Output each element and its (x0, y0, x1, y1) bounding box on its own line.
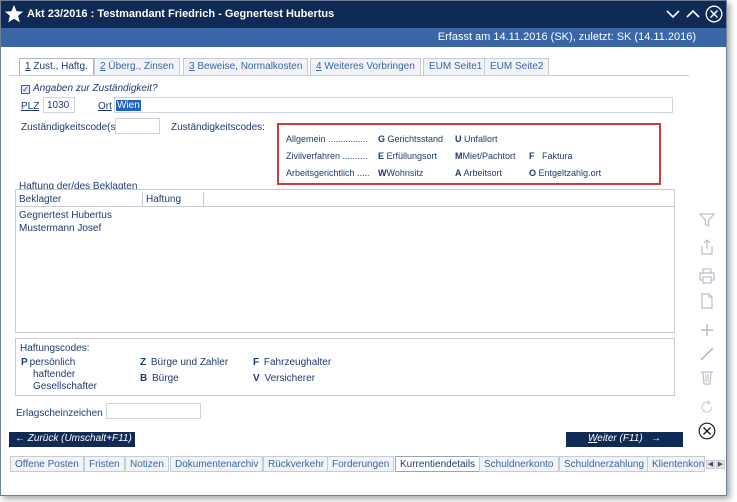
maximize-chevron-icon[interactable] (684, 5, 702, 23)
close-window-icon[interactable] (705, 5, 723, 23)
export-icon[interactable] (698, 238, 716, 256)
tab-eum-seite2[interactable]: EUM Seite2 (484, 58, 550, 75)
column-header-beklagter[interactable]: Beklagter (16, 192, 143, 207)
haftungscodes-legend (15, 338, 675, 396)
star-icon[interactable] (4, 4, 24, 24)
haftung-table (15, 189, 675, 333)
tab-label: EUM Seite2 (490, 61, 544, 72)
haftungscode-item: Ppersönlich (21, 357, 76, 368)
tab-label: Zust., Haftg. (30, 61, 88, 72)
edit-icon[interactable] (698, 345, 716, 363)
tabs-scroll-left-icon[interactable]: ◀ (706, 460, 715, 469)
tab-notizen[interactable]: Notizen (125, 456, 169, 472)
column-header-haftung[interactable]: Haftung (143, 192, 204, 207)
erlagschein-input[interactable] (106, 403, 201, 419)
legend-category: Zivilverfahren .......... (286, 151, 368, 161)
haftungscode-item: haftender (33, 369, 76, 380)
minimize-chevron-icon[interactable] (664, 5, 682, 23)
legend-code: MMiet/Pachtort (455, 151, 516, 161)
print-icon[interactable] (698, 267, 716, 285)
haftungscode-item: F Fahrzeughalter (253, 357, 332, 368)
tab-weiteres-vorbringen[interactable]: 4 Weiteres Vorbringen (310, 58, 421, 75)
legend-category: Allgemein ................ (286, 134, 369, 144)
delete-icon[interactable] (698, 368, 716, 386)
tab-forderungen[interactable]: Forderungen (327, 456, 395, 472)
table-row[interactable]: Mustermann Josef (19, 223, 101, 234)
tab-divider (9, 75, 689, 76)
checkbox-label: Angaben zur Zuständigkeit? (33, 83, 158, 94)
legend-code: WWohnsitz (378, 168, 424, 178)
legend-category: Arbeitsgerichtlich ..... (286, 168, 370, 178)
bottom-tab-strip: Offene Posten Fristen Notizen Dokumenten… (10, 456, 726, 473)
legend-code: E Erfüllungsort (378, 151, 438, 161)
tab-kurrentiendetails[interactable]: Kurrentiendetails (395, 456, 481, 472)
next-button[interactable]: Weiter (F11) → (566, 432, 683, 447)
add-icon[interactable] (698, 321, 716, 339)
action-sidebar (689, 206, 723, 446)
haftungscodes-title: Haftungscodes: (20, 343, 90, 354)
ort-input[interactable]: Wien (114, 97, 673, 113)
tab-schuldnerkonto[interactable]: Schuldnerkonto (479, 456, 559, 472)
tab-label: EUM Seite1 (429, 61, 483, 72)
zustaendigkeitscode-input[interactable] (115, 118, 160, 134)
next-button-label: eiter (F11) (597, 433, 643, 444)
document-icon[interactable] (698, 292, 716, 310)
haftungscode-item: B Bürge (140, 373, 179, 384)
plz-input[interactable]: 1030 (43, 97, 75, 113)
main-window: Akt 23/2016 : Testmandant Friedrich - Ge… (0, 0, 727, 496)
haftungscode-item: V Versicherer (253, 373, 316, 384)
column-header-empty (204, 192, 674, 207)
close-circle-icon[interactable] (698, 422, 716, 440)
legend-code: U Unfallort (455, 134, 498, 144)
title-bar: Akt 23/2016 : Testmandant Friedrich - Ge… (1, 1, 726, 28)
tab-beweise[interactable]: 3 Beweise, Normalkosten (183, 58, 309, 75)
tab-label: Beweise, Normalkosten (194, 61, 303, 72)
haftungscode-item: Z Bürge und Zahler (140, 357, 229, 368)
tab-dokumentenarchiv[interactable]: Dokumentenarchiv (170, 456, 264, 472)
record-info: Erfasst am 14.11.2016 (SK), zuletzt: SK … (437, 31, 696, 43)
filter-icon[interactable] (698, 211, 716, 229)
legend-code: F Faktura (529, 151, 573, 161)
tab-schuldnerzahlung[interactable]: Schuldnerzahlung (559, 456, 650, 472)
refresh-icon[interactable] (698, 398, 716, 416)
zustaendigkeitscodes-heading: Zuständigkeitscodes: (171, 122, 265, 133)
back-button-label: Zurück (Umschalt+F11) (27, 433, 132, 444)
tab-label: Überg., Zinsen (105, 61, 174, 72)
table-row[interactable]: Gegnertest Hubertus (19, 210, 112, 221)
tabs-scroll-right-icon[interactable]: ▶ (716, 460, 725, 469)
legend-code: A Arbeitsort (455, 168, 503, 178)
next-button-accesskey: W (588, 433, 598, 444)
haftungscode-item: Gesellschafter (33, 381, 97, 392)
zustaendigkeit-checkbox[interactable]: ✓ (21, 85, 30, 94)
arrow-right-icon: → (645, 433, 661, 444)
tab-klientenkonto[interactable]: Klientenkon (647, 456, 705, 472)
back-button[interactable]: ← Zurück (Umschalt+F11) (9, 432, 135, 447)
tab-eum-seite1[interactable]: EUM Seite1 (423, 58, 489, 75)
window-title: Akt 23/2016 : Testmandant Friedrich - Ge… (27, 8, 335, 20)
zustaendigkeitscode-label: Zuständigkeitscode(s) (21, 122, 119, 133)
ort-value-selected: Wien (116, 100, 141, 111)
info-bar: Erfasst am 14.11.2016 (SK), zuletzt: SK … (1, 28, 726, 47)
tab-offene-posten[interactable]: Offene Posten (10, 456, 84, 472)
tab-uebergabe-zinsen[interactable]: 2 Überg., Zinsen (94, 58, 180, 75)
erlagschein-label: Erlagscheinzeichen (16, 408, 103, 419)
arrow-left-icon: ← (15, 433, 25, 444)
tab-fristen[interactable]: Fristen (84, 456, 125, 472)
legend-code: O Entgeltzahlg.ort (529, 168, 602, 178)
zustaendigkeit-checkbox-row[interactable]: ✓ Angaben zur Zuständigkeit? (21, 83, 158, 95)
ort-label: Ort (98, 101, 112, 112)
legend-code: G Gerichtsstand (378, 134, 444, 144)
plz-label: PLZ (21, 101, 40, 112)
tab-label: Weiteres Vorbringen (321, 61, 415, 72)
tab-zustaendigkeit[interactable]: 1 Zust., Haftg. (19, 58, 94, 76)
tab-rueckverkehr[interactable]: Rückverkehr (263, 456, 330, 472)
